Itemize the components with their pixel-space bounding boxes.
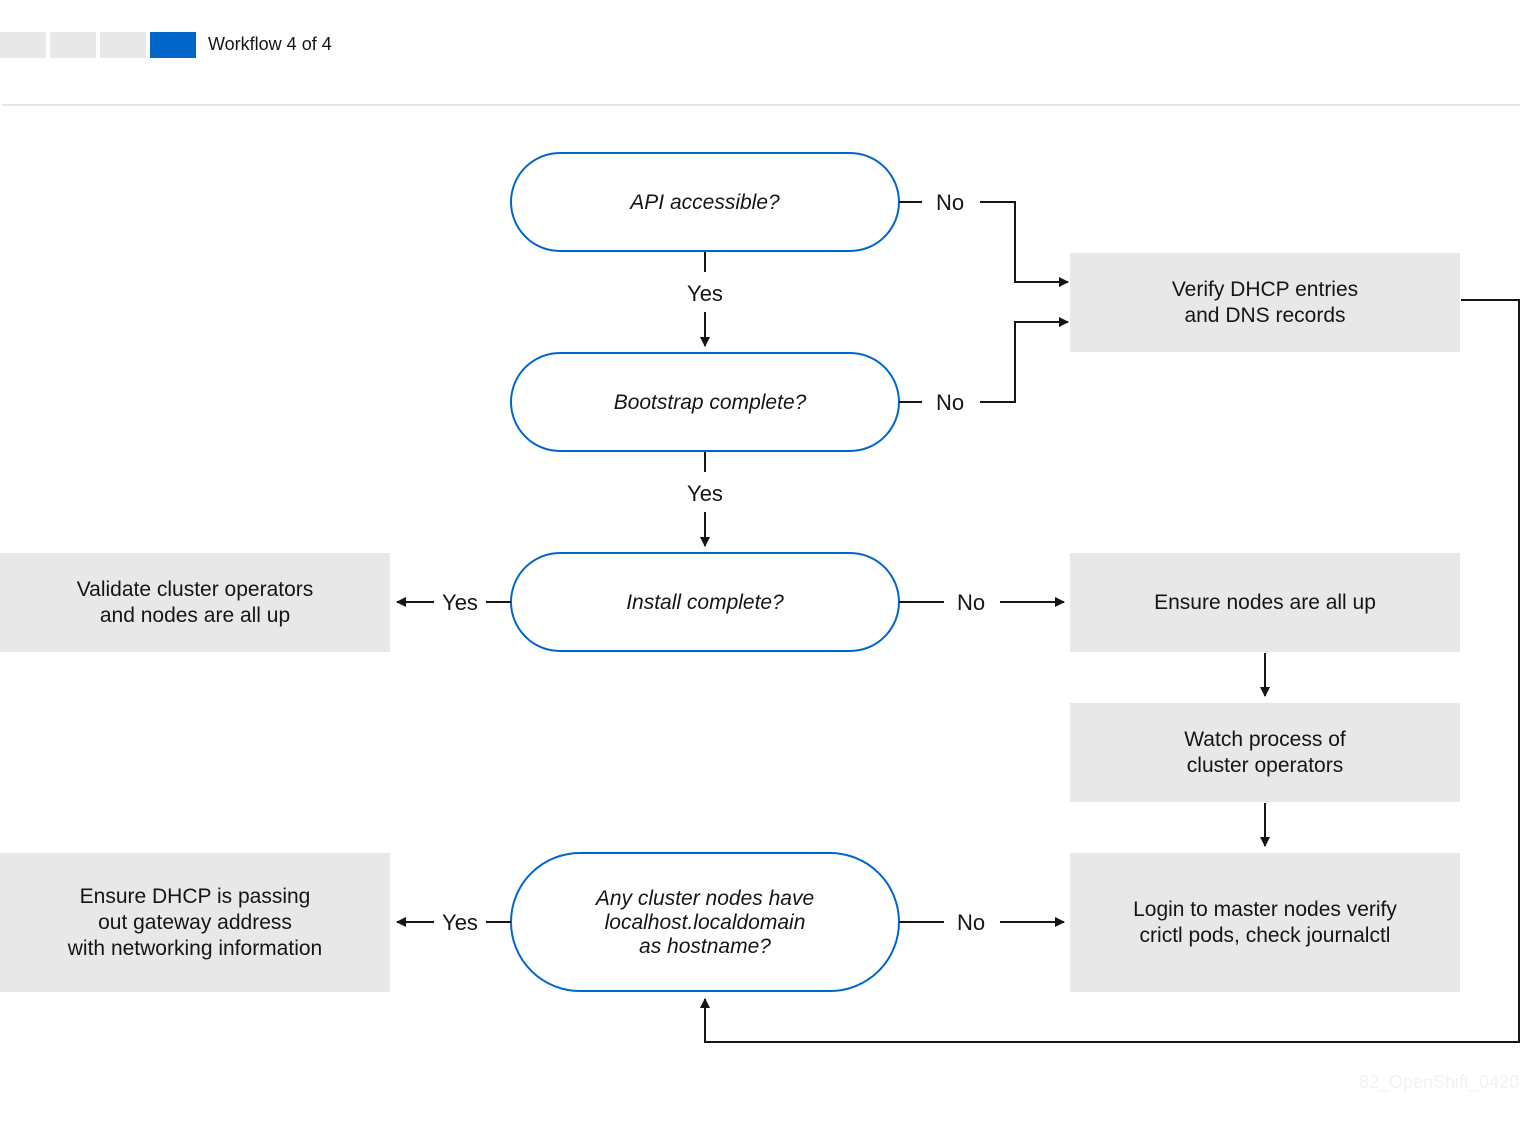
edge-bootstrap-yes: Yes xyxy=(687,452,723,547)
decision-install-complete-text: Install complete? xyxy=(626,591,784,614)
text-line: Login to master nodes verify xyxy=(1133,898,1397,921)
text-line: Bootstrap complete? xyxy=(614,391,807,414)
edge-install-yes-label: Yes xyxy=(442,590,478,615)
decision-bootstrap-complete-text: Bootstrap complete? xyxy=(614,391,807,414)
edge-install-yes: Yes xyxy=(396,590,511,615)
text-line: and DNS records xyxy=(1184,304,1345,327)
flowchart: Verify DHCP entries and DNS records Valid… xyxy=(0,152,1520,1093)
action-ensure-nodes-up: Ensure nodes are all up xyxy=(1070,553,1460,652)
decision-bootstrap-complete: Bootstrap complete? xyxy=(510,352,900,452)
action-watch-operators: Watch process of cluster operators xyxy=(1070,703,1460,802)
text-line: Validate cluster operators xyxy=(77,578,314,601)
edge-api-no: No xyxy=(899,190,1069,287)
decision-localhost-hostname: Any cluster nodes have localhost.localdom… xyxy=(510,852,900,992)
figure-id-watermark: 82_OpenShift_0420 xyxy=(1359,1072,1519,1093)
text-line: cluster operators xyxy=(1187,754,1343,777)
edge-bootstrap-no-label: No xyxy=(936,390,964,415)
decision-api-accessible-text: API accessible? xyxy=(628,191,780,214)
edge-api-yes: Yes xyxy=(687,252,723,347)
text-line: and nodes are all up xyxy=(100,604,290,627)
action-ensure-dhcp: Ensure DHCP is passing out gateway addres… xyxy=(0,853,390,992)
text-line: crictl pods, check journalctl xyxy=(1140,924,1391,947)
action-verify-dhcp: Verify DHCP entries and DNS records xyxy=(1070,253,1460,352)
text-line: Any cluster nodes have xyxy=(594,887,814,910)
text-line: as hostname? xyxy=(639,935,771,958)
action-login-master: Login to master nodes verify crictl pods,… xyxy=(1070,853,1460,992)
text-line: Ensure nodes are all up xyxy=(1154,591,1376,614)
edge-install-no: No xyxy=(899,590,1065,615)
text-line: API accessible? xyxy=(628,191,780,214)
text-line: localhost.localdomain xyxy=(605,911,806,934)
text-line: Install complete? xyxy=(626,591,784,614)
edge-install-no-label: No xyxy=(957,590,985,615)
edge-bootstrap-no: No xyxy=(899,317,1069,415)
edge-hostname-yes: Yes xyxy=(396,910,511,935)
action-ensure-nodes-up-text: Ensure nodes are all up xyxy=(1154,591,1376,614)
edge-hostname-no: No xyxy=(899,910,1065,935)
edge-api-no-label: No xyxy=(936,190,964,215)
edge-api-yes-label: Yes xyxy=(687,281,723,306)
text-line: Verify DHCP entries xyxy=(1172,278,1358,301)
edge-hostname-yes-label: Yes xyxy=(442,910,478,935)
text-line: Watch process of xyxy=(1184,728,1346,751)
text-line: with networking information xyxy=(67,937,322,960)
decision-install-complete: Install complete? xyxy=(510,552,900,652)
decision-api-accessible: API accessible? xyxy=(510,152,900,252)
action-validate-operators: Validate cluster operators and nodes are … xyxy=(0,553,390,652)
edge-hostname-no-label: No xyxy=(957,910,985,935)
edge-bootstrap-yes-label: Yes xyxy=(687,481,723,506)
text-line: Ensure DHCP is passing xyxy=(80,885,311,908)
text-line: out gateway address xyxy=(98,911,292,934)
action-ensure-dhcp-text: Ensure DHCP is passing out gateway addres… xyxy=(67,885,322,960)
